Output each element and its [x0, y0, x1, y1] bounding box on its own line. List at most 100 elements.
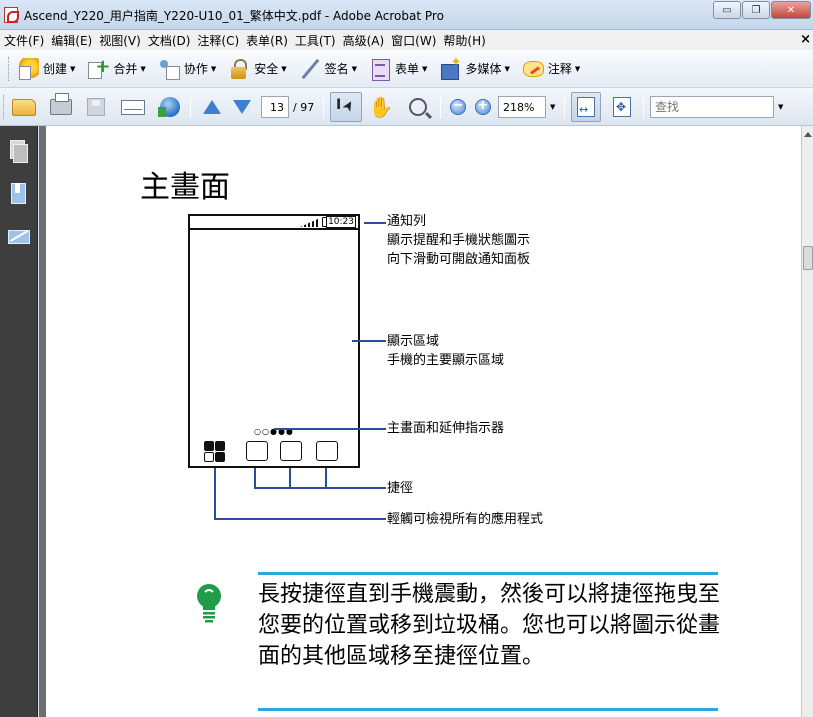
menu-comments[interactable]: 注释(C) — [197, 32, 246, 49]
folder-icon — [12, 98, 36, 116]
upload-web-button[interactable] — [157, 95, 183, 119]
chevron-down-icon: ▼ — [281, 64, 287, 73]
document-viewport[interactable]: 主畫面 10:23 ○○●●● 通知列 顯示提醒和手機狀態圖示 向下滑動可開啟通… — [39, 126, 801, 717]
document-close-button[interactable]: × — [800, 32, 811, 47]
zoom-in-button[interactable]: + — [474, 95, 492, 119]
fit-page-button[interactable] — [609, 95, 635, 119]
signatures-icon[interactable] — [7, 226, 30, 250]
collaborate-button[interactable]: 协作 ▼ — [158, 58, 216, 80]
combine-button[interactable]: 合并▼ — [87, 56, 146, 80]
minimize-button[interactable]: ▭ — [713, 1, 741, 19]
pages-icon[interactable] — [7, 140, 29, 164]
signal-icon — [300, 218, 320, 227]
tip-text: 長按捷徑直到手機震動，然後可以將捷徑拖曳至您要的位置或移到垃圾桶。您也可以將圖示… — [258, 582, 721, 669]
bookmarks-icon[interactable] — [7, 182, 29, 206]
chevron-down-icon: ▼ — [351, 64, 358, 73]
phone-status-bar: 10:23 — [190, 216, 358, 230]
vertical-scrollbar[interactable] — [801, 126, 813, 717]
menu-help[interactable]: 帮助(H) — [443, 32, 492, 49]
toolbar-separator — [440, 96, 441, 118]
comment-label: 注释 — [547, 62, 572, 76]
zoom-out-icon: − — [450, 99, 466, 115]
chevron-down-icon[interactable]: ▼ — [778, 103, 783, 111]
menu-edit[interactable]: 编辑(E) — [51, 32, 99, 49]
comment-button[interactable]: 注释 ▼ — [522, 58, 580, 80]
page-heading: 主畫面 — [140, 170, 230, 205]
phone-time: 10:23 — [326, 216, 356, 228]
select-tool-button[interactable] — [330, 92, 362, 122]
chevron-down-icon: ▼ — [70, 64, 76, 73]
zoom-out-button[interactable]: − — [449, 95, 467, 119]
pen-icon — [299, 58, 321, 80]
menu-window[interactable]: 窗口(W) — [391, 32, 443, 49]
comment-icon — [522, 58, 544, 80]
chevron-down-icon[interactable]: ▼ — [550, 103, 555, 111]
menu-advanced[interactable]: 高级(A) — [343, 32, 392, 49]
leader-line — [364, 222, 386, 224]
email-button[interactable] — [120, 95, 146, 119]
save-button[interactable] — [83, 95, 109, 119]
open-button[interactable] — [11, 95, 37, 119]
zoom-input[interactable] — [498, 96, 546, 118]
zoom-select-icon — [409, 98, 427, 116]
sign-button[interactable]: 签名 ▼ — [299, 58, 357, 80]
fit-page-icon — [613, 97, 631, 117]
fit-width-button[interactable] — [571, 92, 601, 122]
create-icon — [17, 57, 39, 80]
collaborate-label: 协作 — [183, 62, 208, 76]
shortcut-slot-icon — [316, 441, 338, 461]
secure-label: 安全 — [254, 62, 279, 76]
menu-tools[interactable]: 工具(T) — [295, 32, 343, 49]
toolbar-grip[interactable] — [8, 56, 11, 81]
next-page-button[interactable] — [229, 95, 255, 119]
chevron-down-icon: ▼ — [140, 64, 146, 73]
search-input[interactable] — [650, 96, 774, 118]
save-icon — [87, 98, 105, 116]
create-button[interactable]: 创建 ▼ — [17, 57, 76, 80]
chevron-down-icon: ▼ — [210, 64, 217, 73]
menu-document[interactable]: 文档(D) — [148, 32, 198, 49]
toolbar-separator — [643, 96, 644, 118]
previous-page-button[interactable] — [199, 95, 225, 119]
secure-button[interactable]: 安全 ▼ — [228, 58, 287, 80]
print-button[interactable] — [48, 93, 74, 119]
toolbar-grip[interactable] — [3, 95, 7, 119]
arrow-down-icon — [233, 100, 251, 114]
page-number-input[interactable] — [261, 96, 289, 118]
tip-top-rule — [258, 572, 718, 575]
hand-icon: ✋ — [368, 95, 394, 119]
search-combo: ▼ — [650, 95, 783, 119]
callout-indicator: 主畫面和延伸指示器 — [387, 421, 505, 436]
menu-file[interactable]: 文件(F) — [4, 32, 51, 49]
menu-forms[interactable]: 表单(R) — [246, 32, 295, 49]
callout-display-line1: 手機的主要顯示區域 — [387, 353, 505, 368]
navigation-panel — [0, 126, 38, 717]
acrobat-icon — [4, 7, 19, 23]
navigation-toolbar: / 97 ✋ − + ▼ ▼ — [0, 88, 813, 126]
multimedia-button[interactable]: 多媒体▼ — [439, 55, 510, 80]
chevron-down-icon: ▼ — [574, 64, 581, 73]
menu-view[interactable]: 视图(V) — [99, 32, 148, 49]
callout-notification-title: 通知列 — [387, 214, 427, 229]
scroll-up-icon[interactable] — [804, 132, 812, 137]
marquee-zoom-button[interactable] — [405, 95, 431, 119]
leader-line — [254, 487, 386, 489]
apps-grid-icon — [204, 441, 226, 463]
scrollbar-thumb[interactable] — [803, 246, 813, 270]
forms-button[interactable]: 表单 ▼ — [369, 58, 428, 81]
callout-notification-line2: 向下滑動可開啟通知面板 — [387, 252, 531, 267]
restore-button[interactable]: ❐ — [742, 1, 770, 19]
hand-tool-button[interactable]: ✋ — [368, 95, 394, 119]
chevron-down-icon: ▼ — [422, 64, 428, 73]
multimedia-icon — [439, 55, 461, 80]
combine-label: 合并 — [113, 62, 138, 76]
fit-width-icon — [577, 97, 595, 117]
title-bar: Ascend_Y220_用户指南_Y220-U10_01_繁体中文.pdf - … — [0, 0, 813, 30]
leader-line — [214, 518, 386, 520]
tasks-toolbar: 创建▼ 合并▼ 协作▼ 安全▼ 签名▼ 表单▼ 多媒体▼ 注释▼ — [0, 50, 813, 88]
callout-notification-line1: 顯示提醒和手機狀態圖示 — [387, 233, 531, 248]
collaborate-icon — [158, 58, 180, 80]
close-button[interactable]: ✕ — [771, 1, 811, 19]
create-label: 创建 — [43, 62, 68, 76]
page-total: / 97 — [293, 95, 314, 119]
